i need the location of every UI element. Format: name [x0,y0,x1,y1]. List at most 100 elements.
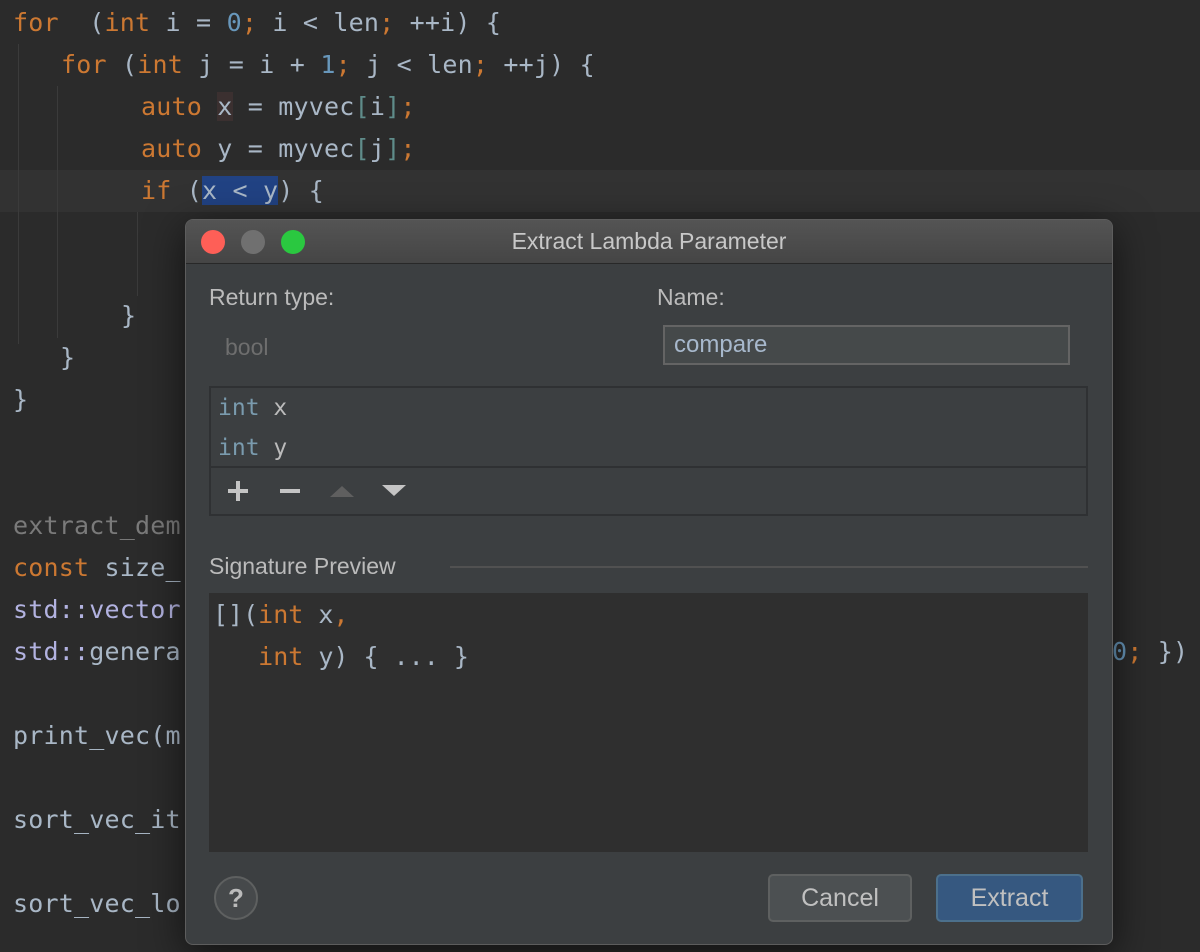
code-line-1[interactable]: for (int i = 0; i < len; ++i) { [13,2,501,44]
code-token: int [258,642,304,671]
code-token: ( [106,50,138,79]
arrow-down-icon [382,485,406,496]
signature-line-1: [](int x, [213,594,348,636]
code-token: auto [141,92,203,121]
code-token: i = [150,8,227,37]
code-token: i < len [257,8,380,37]
code-token: ; [379,8,395,37]
extract-button[interactable]: Extract [936,874,1083,922]
code-token: size_ [89,553,181,582]
dialog-titlebar[interactable]: Extract Lambda Parameter [186,220,1112,264]
code-token: auto [141,134,203,163]
code-line-3[interactable]: auto x = myvec[i]; [141,86,416,128]
code-token: y = myvec [202,134,355,163]
help-button[interactable]: ? [214,876,258,920]
move-down-button[interactable] [379,476,409,506]
return-type-label: Return type: [209,284,335,310]
code-token: genera [89,637,181,666]
code-line-4[interactable]: auto y = myvec[j]; [141,128,416,170]
code-token: ; [400,92,416,121]
parameters-table: int x int y [209,386,1088,516]
code-token: ++i) { [394,8,502,37]
code-line-14[interactable]: sort_vec_it [13,799,181,841]
separator [450,566,1088,568]
code-token: 1 [320,50,336,79]
code-token: } [60,343,76,372]
code-token: const [13,553,90,582]
signature-line-2: int y) { ... } [213,636,469,678]
code-token: extract_dem [13,511,181,540]
code-token: int [104,8,151,37]
code-line-7[interactable]: } [60,337,75,379]
code-token: ++j) { [488,50,595,79]
code-line-6[interactable]: } [121,295,136,337]
move-up-button[interactable] [327,476,357,506]
code-token: [ [354,92,370,121]
code-token: ; [1127,637,1143,666]
code-token: x [303,600,334,629]
code-token: i [369,92,386,121]
code-token: sort_vec_it [13,805,181,834]
code-token: if [141,176,172,205]
code-token: for [61,50,107,79]
code-token: sort_vec_lo [13,889,181,918]
code-token: }) [1142,637,1189,666]
code-token: y) { ... } [303,642,469,671]
code-line-10[interactable]: const size_ [13,547,181,589]
code-token: ] [385,92,401,121]
code-token: std:: [13,637,90,666]
plus-icon [228,481,248,501]
code-line-fragment[interactable]: 0; }) [1112,631,1188,673]
indent-guide [57,86,58,338]
code-token: = myvec [232,92,355,121]
selected-text: x < y [202,176,279,205]
add-parameter-button[interactable] [223,476,253,506]
parameter-row[interactable]: int x [218,388,287,428]
code-line-15[interactable]: sort_vec_lo [13,883,181,925]
code-token: x [217,92,233,121]
parameter-name: x [273,395,288,421]
extract-lambda-dialog: Extract Lambda Parameter Return type: bo… [185,219,1113,945]
code-line-2[interactable]: for (int j = i + 1; j < len; ++j) { [61,44,595,86]
code-token: [ [354,134,370,163]
code-token: int [258,600,304,629]
parameter-row[interactable]: int y [218,428,287,468]
code-line-11[interactable]: std::vector [13,589,181,631]
code-token: , [333,600,349,629]
indent-guide [18,44,19,344]
code-line-12[interactable]: std::genera [13,631,181,673]
code-token: } [121,301,137,330]
dialog-title: Extract Lambda Parameter [511,228,787,254]
code-token: j = i + [183,50,321,79]
code-token: ( [58,8,105,37]
code-token: ; [400,134,416,163]
signature-preview-label: Signature Preview [209,553,396,579]
name-input[interactable] [663,325,1070,365]
code-line-5[interactable]: if (x < y) { [141,170,324,212]
code-token: ; [335,50,351,79]
cancel-button[interactable]: Cancel [768,874,912,922]
parameters-toolbar [211,466,1086,516]
indent-guide [137,212,138,296]
code-token: ; [472,50,489,79]
parameter-name: y [273,435,288,461]
parameter-type: int [218,435,260,461]
return-type-value: bool [225,334,269,360]
remove-parameter-button[interactable] [275,476,305,506]
code-token: ] [385,134,401,163]
code-token: for [13,8,59,37]
code-token: ; [241,8,258,37]
name-label: Name: [657,284,725,310]
code-line-13[interactable]: print_vec(m [13,715,181,757]
code-line-9[interactable]: extract_dem [13,505,181,547]
code-token: []( [213,600,259,629]
minus-icon [280,489,300,493]
arrow-up-icon [330,486,354,497]
parameter-type: int [218,395,260,421]
code-token: std::vector [13,595,181,624]
code-token: int [137,50,184,79]
code-line-8[interactable]: } [13,379,28,421]
code-token: print_vec(m [13,721,181,750]
